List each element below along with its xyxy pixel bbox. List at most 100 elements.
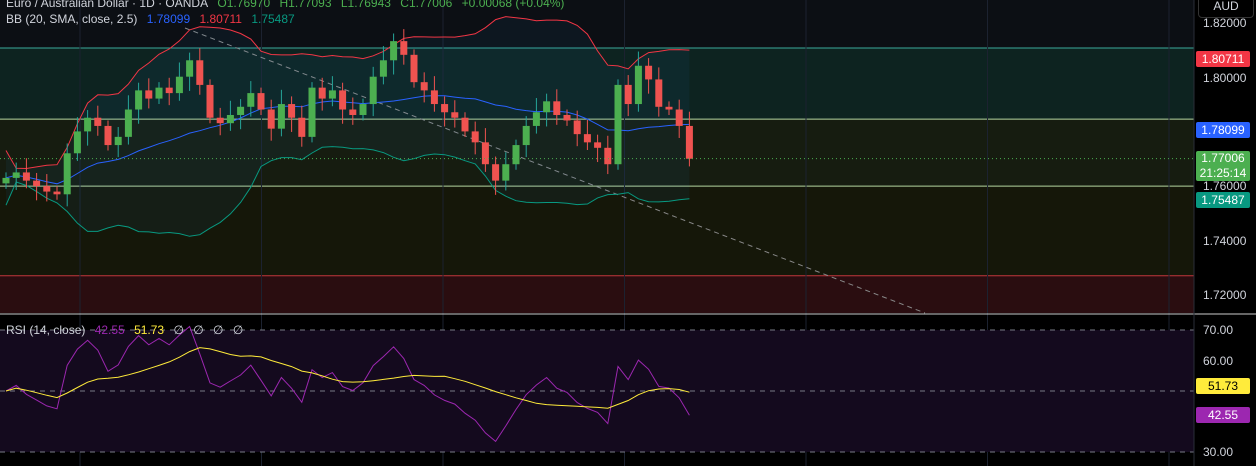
bb-label: BB (20, SMA, close, 2.5) — [6, 12, 138, 26]
candle-body — [94, 117, 102, 126]
candle-body — [288, 104, 296, 118]
candle-body — [543, 101, 551, 113]
bb-lower-tag: 1.75487 — [1196, 192, 1250, 208]
candle-body — [196, 60, 204, 85]
candle-body — [84, 117, 92, 132]
candle-body — [247, 93, 255, 107]
open-value: O1.76970 — [217, 0, 271, 10]
candle-body — [206, 84, 214, 118]
candle-body — [532, 112, 540, 126]
candle-body — [573, 120, 581, 135]
rsi-value: 42.55 — [94, 323, 125, 337]
candle-body — [624, 84, 632, 105]
candle-body — [685, 125, 693, 159]
candle-body — [339, 90, 347, 110]
bb-basis-tag: 1.78099 — [1196, 122, 1250, 138]
candle-body — [73, 131, 81, 154]
candle-body — [175, 76, 183, 94]
bb-upper-tag: 1.80711 — [1196, 51, 1250, 67]
candle-body — [155, 87, 163, 99]
bb-upper-value: 1.80711 — [199, 12, 242, 26]
rsi-ma-tag: 51.73 — [1196, 378, 1250, 394]
candle-body — [481, 142, 489, 165]
candle-body — [400, 41, 408, 55]
price-tick: 1.74000 — [1203, 234, 1247, 248]
rsi-extra-value: ∅ — [173, 323, 184, 337]
candle-body — [349, 109, 357, 115]
candle-body — [226, 114, 234, 124]
candle-body — [298, 117, 306, 137]
candle-body — [2, 177, 10, 184]
candle-body — [522, 125, 530, 146]
candle-body — [22, 172, 30, 181]
price-tick: 1.82000 — [1203, 16, 1247, 30]
candle-body — [604, 147, 612, 165]
candle-body — [614, 84, 622, 165]
candle-body — [43, 186, 51, 192]
price-tick: 1.76000 — [1203, 179, 1247, 193]
candle-body — [308, 87, 316, 137]
candle-body — [318, 87, 326, 99]
rsi-extra-value: ∅ — [232, 323, 244, 337]
chart-window: Euro / Australian Dollar · 1D · OANDA O1… — [0, 0, 1256, 466]
candle-body — [114, 136, 122, 146]
candle-body — [145, 90, 153, 99]
bar-countdown: 21:25:14 — [1199, 166, 1247, 180]
candle-body — [471, 131, 479, 143]
last-price: 1.77006 — [1201, 151, 1245, 165]
candle-body — [53, 191, 61, 195]
rsi-ma-value: 51.73 — [134, 323, 165, 337]
candle-body — [553, 101, 561, 115]
candle-body — [63, 153, 71, 195]
chart-canvas[interactable] — [0, 0, 1256, 466]
rsi-tag: 42.55 — [1196, 407, 1250, 423]
candle-body — [583, 134, 591, 143]
candle-body — [563, 114, 571, 121]
candle-body — [594, 142, 602, 148]
rsi-tick: 60.00 — [1203, 354, 1234, 368]
candle-body — [492, 164, 500, 181]
bb-legend[interactable]: BB (20, SMA, close, 2.5) 1.78099 1.80711… — [6, 12, 301, 26]
candle-body — [634, 65, 642, 105]
symbol-title[interactable]: Euro / Australian Dollar · 1D · OANDA — [6, 0, 208, 10]
candle-body — [186, 60, 194, 77]
rsi-tick: 70.00 — [1203, 323, 1234, 337]
symbol-legend: Euro / Australian Dollar · 1D · OANDA O1… — [6, 0, 570, 10]
candle-body — [390, 41, 398, 61]
candle-body — [104, 125, 112, 146]
rsi-extra-value: ∅ — [193, 323, 204, 337]
candle-body — [369, 76, 377, 105]
candle-body — [135, 90, 143, 110]
close-value: C1.77006 — [400, 0, 453, 10]
candle-body — [216, 117, 224, 124]
candle-body — [277, 104, 285, 129]
candle-body — [328, 90, 336, 99]
candle-body — [645, 65, 653, 80]
candle-body — [33, 180, 41, 187]
candle-body — [665, 106, 673, 110]
low-value: L1.76943 — [340, 0, 391, 10]
zone-red — [0, 275, 1194, 313]
price-tick: 1.80000 — [1203, 71, 1247, 85]
high-value: H1.77093 — [279, 0, 332, 10]
candle-body — [12, 172, 20, 178]
rsi-label: RSI (14, close) — [6, 323, 86, 337]
bb-lower-value: 1.75487 — [251, 12, 295, 26]
candle-body — [461, 117, 469, 132]
candle-body — [451, 112, 459, 118]
candle-body — [502, 164, 510, 181]
candle-body — [420, 82, 428, 91]
rsi-tick: 30.00 — [1203, 445, 1234, 459]
candle-body — [379, 60, 387, 77]
candle-body — [359, 104, 367, 115]
bb-basis-value: 1.78099 — [146, 12, 191, 26]
candle-body — [441, 104, 449, 113]
rsi-legend[interactable]: RSI (14, close) 42.55 51.73 ∅ ∅ ∅ ∅ — [6, 323, 249, 337]
candle-body — [124, 109, 132, 137]
last-price-tag: 1.77006 21:25:14 — [1196, 151, 1250, 181]
candle-body — [267, 109, 275, 129]
candle-body — [512, 145, 520, 165]
candle-body — [655, 79, 663, 107]
price-tick: 1.72000 — [1203, 288, 1247, 302]
candle-body — [257, 93, 265, 110]
